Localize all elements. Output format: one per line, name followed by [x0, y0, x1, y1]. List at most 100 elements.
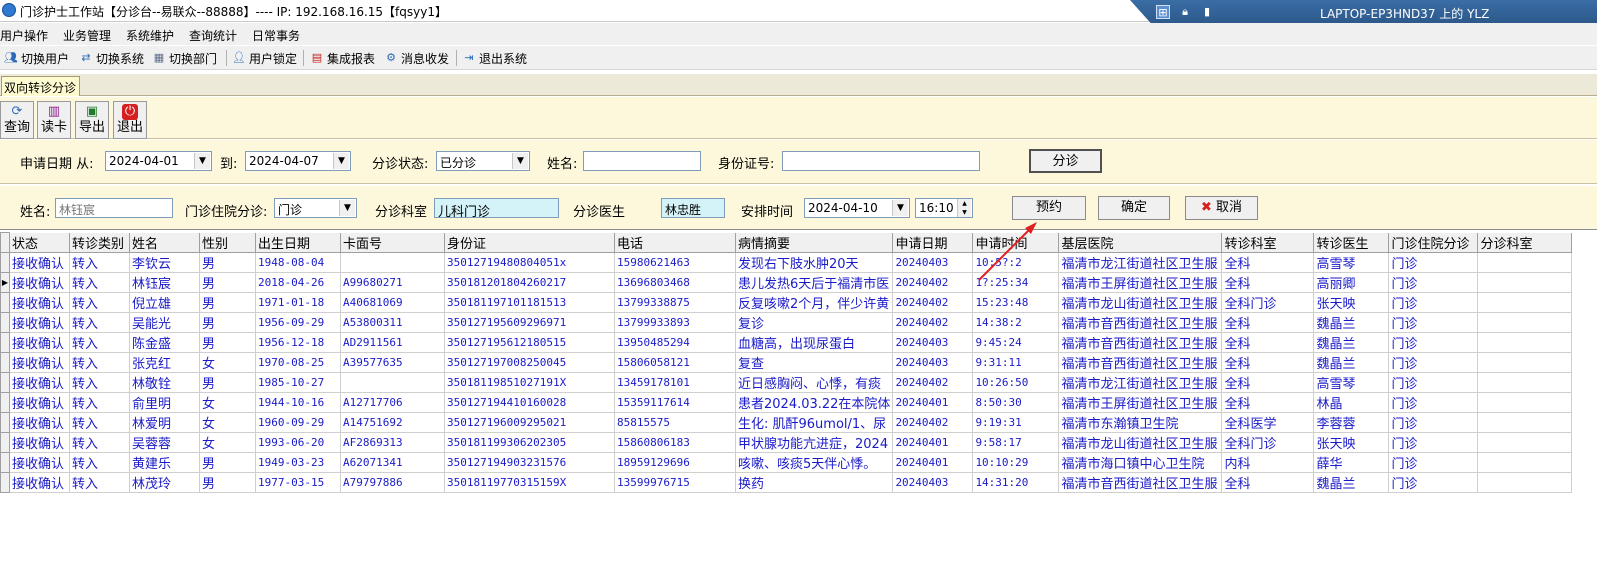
column-header-id-number[interactable]: 身份证 — [444, 232, 615, 253]
cell-birthdate: 1977-03-15 — [255, 471, 341, 493]
menu-system[interactable]: 系统维护 — [126, 27, 174, 44]
row-indicator[interactable] — [0, 471, 10, 493]
user-lock-icon: 👤︎ — [232, 51, 246, 64]
messages-button[interactable]: ⚙ 消息收发 — [384, 49, 449, 67]
table-row[interactable]: 接收确认 转入 张克红女 1970-08-25 A39577635 35012719700… — [0, 351, 1573, 373]
book-button[interactable]: 预约 — [1012, 196, 1086, 220]
column-header-phone[interactable]: 电话 — [614, 232, 736, 253]
column-header-apply-date[interactable]: 申请日期 — [892, 232, 974, 253]
row-indicator[interactable] — [0, 311, 10, 333]
read-card-button[interactable]: ▥ 读卡 — [37, 101, 71, 139]
menu-daily[interactable]: 日常事务 — [252, 27, 300, 44]
menu-business[interactable]: 业务管理 — [63, 27, 111, 44]
query-button[interactable]: ⟳ 查询 — [0, 101, 34, 139]
column-header-triage-dept[interactable]: 分诊科室 — [1477, 232, 1573, 253]
table-row[interactable]: 接收确认 转入 李钦云男 1948-08-04 35012719480804051x 15… — [0, 251, 1573, 273]
column-header-category[interactable]: 转诊类别 — [69, 232, 130, 253]
cell-id-number: 350127197008250045 — [444, 351, 615, 373]
visit-type-select[interactable]: 门诊 ▼ — [274, 198, 357, 218]
cell-category: 转入 — [69, 411, 130, 433]
table-row[interactable]: 接收确认 转入 吴蓉蓉女 1993-06-20 AF2869313 35018119930… — [0, 431, 1573, 453]
table-row[interactable]: 接收确认 转入 陈金盛男 1956-12-18 AD2911561 35012719561… — [0, 331, 1573, 353]
table-row[interactable]: 接收确认 转入 黄建乐男 1949-03-23 A62071341 35012719490… — [0, 451, 1573, 473]
chevron-down-icon[interactable]: ▼ — [194, 153, 210, 169]
cell-id-number: 35018119851027191X — [444, 371, 615, 393]
cell-apply-time: 14:31:20 — [972, 471, 1060, 493]
switch-dept-button[interactable]: ▦ 切换部门 — [152, 49, 217, 67]
to-date-picker[interactable]: 2024-04-07 ▼ — [245, 151, 351, 171]
cell-referral-doctor: 魏晶兰 — [1313, 311, 1390, 333]
schedule-time-spinner[interactable]: 16:10 ▲ ▼ — [915, 198, 973, 218]
name-search-input[interactable] — [583, 151, 701, 171]
patient-name-field[interactable]: 林钰宸 — [55, 198, 173, 218]
spin-down-icon[interactable]: ▼ — [957, 208, 971, 217]
pin-icon[interactable]: ⊞ — [1156, 5, 1170, 19]
triage-button[interactable]: 分诊 — [1029, 149, 1102, 173]
triage-dept-field[interactable]: 儿科门诊 — [434, 198, 559, 218]
column-header-referral-doctor[interactable]: 转诊医生 — [1313, 232, 1390, 253]
column-header-card-no[interactable]: 卡面号 — [340, 232, 445, 253]
visit-type-value: 门诊 — [278, 203, 303, 217]
toolbar-separator — [456, 50, 457, 66]
from-date-picker[interactable]: 2024-04-01 ▼ — [105, 151, 212, 171]
switch-user-button[interactable]: 👥︎ 切换用户 — [4, 49, 69, 67]
menu-user-ops[interactable]: 用户操作 — [0, 27, 48, 44]
row-indicator[interactable] — [0, 371, 10, 393]
spin-up-icon[interactable]: ▲ — [957, 199, 971, 208]
status-select[interactable]: 已分诊 ▼ — [436, 151, 530, 171]
row-indicator[interactable] — [0, 391, 10, 413]
cell-apply-date: 20240402 — [892, 271, 974, 293]
menu-stats[interactable]: 查询统计 — [189, 27, 237, 44]
column-header-visit-type[interactable]: 门诊住院分诊 — [1388, 232, 1479, 253]
cell-category: 转入 — [69, 471, 130, 493]
table-row[interactable]: 接收确认 转入 林茂玲男 1977-03-15 A79797886 35018119770… — [0, 471, 1573, 493]
cell-gender: 男 — [199, 311, 256, 333]
column-header-birthdate[interactable]: 出生日期 — [255, 232, 341, 253]
column-header-name[interactable]: 姓名 — [129, 232, 200, 253]
column-header-status[interactable]: 状态 — [9, 232, 70, 253]
cell-triage-dept — [1477, 431, 1573, 453]
table-row[interactable]: 接收确认 转入 俞里明女 1944-10-16 A12717706 35012719441… — [0, 391, 1573, 413]
reports-button[interactable]: ▤ 集成报表 — [310, 49, 375, 67]
confirm-button[interactable]: 确定 — [1098, 196, 1170, 220]
chevron-down-icon[interactable]: ▼ — [333, 153, 349, 169]
column-header-summary[interactable]: 病情摘要 — [734, 232, 894, 253]
cell-visit-type: 门诊 — [1388, 451, 1479, 473]
row-indicator[interactable] — [0, 411, 10, 433]
table-row[interactable]: 接收确认 转入 吴能光男 1956-09-29 A53800311 35012719560… — [0, 311, 1573, 333]
lock-icon[interactable]: 🔒︎ — [1178, 5, 1192, 19]
column-header-referral-dept[interactable]: 转诊科室 — [1221, 232, 1315, 253]
schedule-date-picker[interactable]: 2024-04-10 ▼ — [804, 198, 910, 218]
export-button[interactable]: ▣ 导出 — [75, 101, 109, 139]
row-indicator[interactable] — [0, 291, 10, 313]
chevron-down-icon[interactable]: ▼ — [892, 200, 908, 216]
id-search-input[interactable] — [782, 151, 980, 171]
row-indicator[interactable]: ▶ — [0, 271, 10, 293]
switch-system-button[interactable]: ⇄ 切换系统 — [79, 49, 144, 67]
table-row[interactable]: ▶ 接收确认 转入 林钰宸男 2018-04-26 A99680271 3501812018… — [0, 271, 1573, 293]
cell-phone: 13696803468 — [614, 271, 736, 293]
triage-doctor-field[interactable]: 林忠胜 — [661, 198, 725, 218]
cell-name: 吴能光 — [129, 311, 200, 333]
chevron-down-icon[interactable]: ▼ — [512, 153, 528, 169]
row-indicator[interactable] — [0, 351, 10, 373]
row-indicator[interactable] — [0, 431, 10, 453]
chevron-down-icon[interactable]: ▼ — [339, 200, 355, 216]
cell-summary: 患者2024.03.22在本院体 — [734, 391, 894, 413]
row-indicator[interactable] — [0, 451, 10, 473]
row-indicator[interactable] — [0, 331, 10, 353]
column-header-gender[interactable]: 性别 — [199, 232, 256, 253]
exit-button[interactable]: ⏻ 退出 — [113, 101, 147, 139]
column-header-clinic[interactable]: 基层医院 — [1058, 232, 1223, 253]
column-header-apply-time[interactable]: 申请时间 — [972, 232, 1060, 253]
table-row[interactable]: 接收确认 转入 林爱明女 1960-09-29 A14751692 35012719600… — [0, 411, 1573, 433]
tab-referral-triage[interactable]: 双向转诊分诊 — [1, 76, 80, 96]
cancel-button[interactable]: ✖ 取消 — [1185, 196, 1258, 220]
table-row[interactable]: 接收确认 转入 倪立雄男 1971-01-18 A40681069 35018119710… — [0, 291, 1573, 313]
table-row[interactable]: 接收确认 转入 林敬铨男 1985-10-27 35018119851027191X 13… — [0, 371, 1573, 393]
exit-system-button[interactable]: ⇥ 退出系统 — [462, 49, 527, 67]
row-indicator[interactable] — [0, 251, 10, 273]
exit-icon: ⇥ — [464, 51, 474, 64]
cell-summary: 血糖高，出现尿蛋白 — [734, 331, 894, 353]
lock-user-button[interactable]: 👤︎ 用户锁定 — [232, 49, 297, 67]
